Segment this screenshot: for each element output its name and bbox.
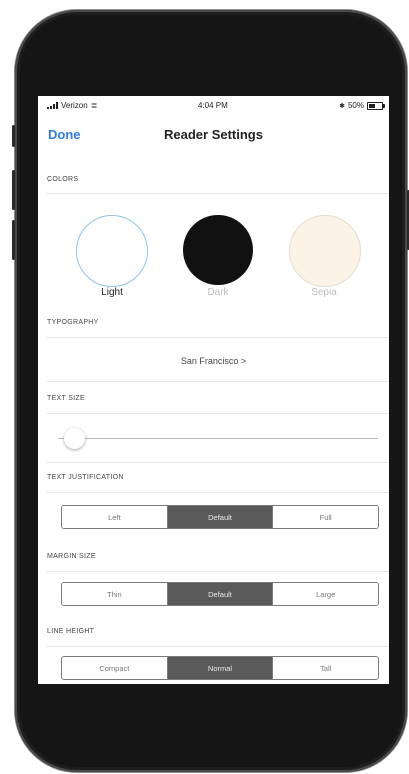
divider [47,462,389,463]
justification-left-segment[interactable]: Left [62,506,168,528]
signal-icon [47,102,58,109]
margin-thin-segment[interactable]: Thin [62,583,168,605]
margin-default-segment[interactable]: Default [167,583,274,605]
done-button[interactable]: Done [48,127,81,142]
line-height-normal-segment[interactable]: Normal [167,657,274,679]
text-justification-control[interactable]: Left Default Full [61,505,379,529]
status-bar: Verizon ≣ 4:04 PM ✱ 50% [38,96,389,114]
color-dark-swatch[interactable] [183,215,253,285]
line-height-tall-segment[interactable]: Tall [273,657,378,679]
margin-size-control[interactable]: Thin Default Large [61,582,379,606]
margin-size-section-label: MARGIN SIZE [47,553,96,560]
justification-default-segment[interactable]: Default [167,506,274,528]
colors-section-label: COLORS [47,176,79,183]
color-dark-label[interactable]: Dark [173,287,263,298]
justification-full-segment[interactable]: Full [273,506,378,528]
line-height-control[interactable]: Compact Normal Tall [61,656,379,680]
page-title: Reader Settings [164,127,263,142]
color-sepia-swatch[interactable] [289,215,361,287]
text-justification-section-label: TEXT JUSTIFICATION [47,474,124,481]
divider [47,571,389,572]
text-size-slider-thumb[interactable] [63,428,85,449]
font-selector[interactable]: San Francisco > [38,356,389,366]
line-height-compact-segment[interactable]: Compact [62,657,168,679]
divider [47,193,389,194]
text-size-section-label: TEXT SIZE [47,395,85,402]
color-sepia-label[interactable]: Sepia [279,287,369,298]
color-light-swatch[interactable] [76,215,148,287]
color-light-label[interactable]: Light [67,287,157,298]
bluetooth-icon: ✱ [339,102,345,110]
volume-up-button [12,170,15,210]
mute-switch [12,125,15,147]
typography-section-label: TYPOGRAPHY [47,319,99,326]
phone-screen: Verizon ≣ 4:04 PM ✱ 50% Reader Settings … [38,96,389,684]
carrier-name: Verizon [61,101,88,110]
wifi-icon: ≣ [90,101,98,110]
battery-icon [367,101,385,110]
divider [47,413,389,414]
status-time: 4:04 PM [198,101,228,110]
battery-percent: 50% [347,101,364,110]
navigation-bar: Reader Settings Done [38,114,389,154]
margin-large-segment[interactable]: Large [273,583,378,605]
divider [47,646,389,647]
battery-info: ✱ 50% [339,101,385,110]
divider [47,337,389,338]
divider [47,381,389,382]
carrier-info: Verizon ≣ [47,101,97,110]
line-height-section-label: LINE HEIGHT [47,628,95,635]
text-size-slider-track[interactable] [58,438,378,439]
divider [47,492,389,493]
volume-down-button [12,220,15,260]
